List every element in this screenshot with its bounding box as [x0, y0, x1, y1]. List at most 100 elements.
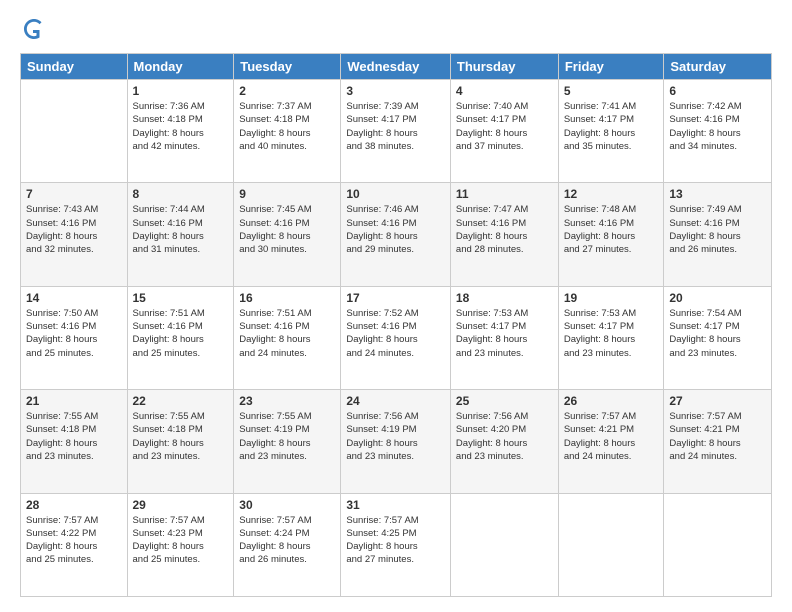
calendar-cell: 26 Sunrise: 7:57 AMSunset: 4:21 PMDayligh… [558, 390, 664, 493]
calendar-cell [450, 493, 558, 596]
weekday-header-thursday: Thursday [450, 54, 558, 80]
cell-content: Sunrise: 7:57 AMSunset: 4:22 PMDaylight:… [26, 514, 122, 567]
day-number: 23 [239, 394, 335, 408]
day-number: 20 [669, 291, 766, 305]
calendar-cell: 20Sunrise: 7:54 AMSunset: 4:17 PMDayligh… [664, 286, 772, 389]
calendar-cell: 8 Sunrise: 7:44 AMSunset: 4:16 PMDaylight… [127, 183, 234, 286]
calendar-cell: 9Sunrise: 7:45 AMSunset: 4:16 PMDaylight… [234, 183, 341, 286]
cell-content: Sunrise: 7:57 AMSunset: 4:24 PMDaylight:… [239, 514, 335, 567]
cell-content: Sunrise: 7:50 AMSunset: 4:16 PMDaylight:… [26, 307, 122, 360]
cell-content: Sunrise: 7:44 AMSunset: 4:16 PMDaylight:… [133, 203, 229, 256]
day-number: 14 [26, 291, 122, 305]
cell-content: Sunrise: 7:51 AMSunset: 4:16 PMDaylight:… [133, 307, 229, 360]
day-number: 4 [456, 84, 553, 98]
calendar-cell: 11 Sunrise: 7:47 AMSunset: 4:16 PMDayligh… [450, 183, 558, 286]
header [20, 15, 772, 43]
day-number: 30 [239, 498, 335, 512]
calendar-cell: 30 Sunrise: 7:57 AMSunset: 4:24 PMDayligh… [234, 493, 341, 596]
calendar-week-row: 1Sunrise: 7:36 AMSunset: 4:18 PMDaylight… [21, 80, 772, 183]
calendar-cell [21, 80, 128, 183]
day-number: 2 [239, 84, 335, 98]
calendar-week-row: 21 Sunrise: 7:55 AMSunset: 4:18 PMDayligh… [21, 390, 772, 493]
calendar-cell [664, 493, 772, 596]
cell-content: Sunrise: 7:42 AMSunset: 4:16 PMDaylight:… [669, 100, 766, 153]
day-number: 11 [456, 187, 553, 201]
day-number: 24 [346, 394, 445, 408]
cell-content: Sunrise: 7:47 AMSunset: 4:16 PMDaylight:… [456, 203, 553, 256]
day-number: 7 [26, 187, 122, 201]
day-number: 25 [456, 394, 553, 408]
day-number: 8 [133, 187, 229, 201]
day-number: 27 [669, 394, 766, 408]
day-number: 16 [239, 291, 335, 305]
calendar-cell: 7Sunrise: 7:43 AMSunset: 4:16 PMDaylight… [21, 183, 128, 286]
calendar-cell: 1Sunrise: 7:36 AMSunset: 4:18 PMDaylight… [127, 80, 234, 183]
calendar-cell: 15 Sunrise: 7:51 AMSunset: 4:16 PMDayligh… [127, 286, 234, 389]
day-number: 19 [564, 291, 659, 305]
weekday-header-friday: Friday [558, 54, 664, 80]
day-number: 18 [456, 291, 553, 305]
calendar-cell: 27Sunrise: 7:57 AMSunset: 4:21 PMDayligh… [664, 390, 772, 493]
calendar-cell: 22 Sunrise: 7:55 AMSunset: 4:18 PMDayligh… [127, 390, 234, 493]
cell-content: Sunrise: 7:41 AMSunset: 4:17 PMDaylight:… [564, 100, 659, 153]
day-number: 26 [564, 394, 659, 408]
weekday-header-row: SundayMondayTuesdayWednesdayThursdayFrid… [21, 54, 772, 80]
cell-content: Sunrise: 7:37 AMSunset: 4:18 PMDaylight:… [239, 100, 335, 153]
calendar-cell: 31 Sunrise: 7:57 AMSunset: 4:25 PMDayligh… [341, 493, 451, 596]
cell-content: Sunrise: 7:57 AMSunset: 4:25 PMDaylight:… [346, 514, 445, 567]
calendar-cell: 17Sunrise: 7:52 AMSunset: 4:16 PMDayligh… [341, 286, 451, 389]
calendar-cell: 12 Sunrise: 7:48 AMSunset: 4:16 PMDayligh… [558, 183, 664, 286]
day-number: 6 [669, 84, 766, 98]
day-number: 29 [133, 498, 229, 512]
calendar-cell: 29 Sunrise: 7:57 AMSunset: 4:23 PMDayligh… [127, 493, 234, 596]
day-number: 22 [133, 394, 229, 408]
cell-content: Sunrise: 7:56 AMSunset: 4:20 PMDaylight:… [456, 410, 553, 463]
cell-content: Sunrise: 7:40 AMSunset: 4:17 PMDaylight:… [456, 100, 553, 153]
calendar-cell: 19 Sunrise: 7:53 AMSunset: 4:17 PMDayligh… [558, 286, 664, 389]
cell-content: Sunrise: 7:39 AMSunset: 4:17 PMDaylight:… [346, 100, 445, 153]
calendar-cell: 16Sunrise: 7:51 AMSunset: 4:16 PMDayligh… [234, 286, 341, 389]
cell-content: Sunrise: 7:55 AMSunset: 4:18 PMDaylight:… [133, 410, 229, 463]
cell-content: Sunrise: 7:57 AMSunset: 4:21 PMDaylight:… [564, 410, 659, 463]
logo-icon [20, 15, 48, 43]
logo [20, 15, 53, 43]
day-number: 31 [346, 498, 445, 512]
day-number: 10 [346, 187, 445, 201]
calendar-cell: 3 Sunrise: 7:39 AMSunset: 4:17 PMDaylight… [341, 80, 451, 183]
calendar-week-row: 28Sunrise: 7:57 AMSunset: 4:22 PMDayligh… [21, 493, 772, 596]
calendar-week-row: 7Sunrise: 7:43 AMSunset: 4:16 PMDaylight… [21, 183, 772, 286]
cell-content: Sunrise: 7:52 AMSunset: 4:16 PMDaylight:… [346, 307, 445, 360]
cell-content: Sunrise: 7:49 AMSunset: 4:16 PMDaylight:… [669, 203, 766, 256]
calendar-cell: 10 Sunrise: 7:46 AMSunset: 4:16 PMDayligh… [341, 183, 451, 286]
cell-content: Sunrise: 7:55 AMSunset: 4:19 PMDaylight:… [239, 410, 335, 463]
cell-content: Sunrise: 7:57 AMSunset: 4:23 PMDaylight:… [133, 514, 229, 567]
weekday-header-saturday: Saturday [664, 54, 772, 80]
day-number: 3 [346, 84, 445, 98]
cell-content: Sunrise: 7:53 AMSunset: 4:17 PMDaylight:… [564, 307, 659, 360]
day-number: 15 [133, 291, 229, 305]
calendar-cell: 5 Sunrise: 7:41 AMSunset: 4:17 PMDaylight… [558, 80, 664, 183]
day-number: 21 [26, 394, 122, 408]
calendar-cell: 4 Sunrise: 7:40 AMSunset: 4:17 PMDaylight… [450, 80, 558, 183]
calendar-cell: 13 Sunrise: 7:49 AMSunset: 4:16 PMDayligh… [664, 183, 772, 286]
calendar-cell: 6 Sunrise: 7:42 AMSunset: 4:16 PMDaylight… [664, 80, 772, 183]
calendar-cell: 28Sunrise: 7:57 AMSunset: 4:22 PMDayligh… [21, 493, 128, 596]
weekday-header-wednesday: Wednesday [341, 54, 451, 80]
day-number: 13 [669, 187, 766, 201]
weekday-header-monday: Monday [127, 54, 234, 80]
cell-content: Sunrise: 7:56 AMSunset: 4:19 PMDaylight:… [346, 410, 445, 463]
day-number: 5 [564, 84, 659, 98]
day-number: 12 [564, 187, 659, 201]
calendar-table: SundayMondayTuesdayWednesdayThursdayFrid… [20, 53, 772, 597]
cell-content: Sunrise: 7:46 AMSunset: 4:16 PMDaylight:… [346, 203, 445, 256]
weekday-header-sunday: Sunday [21, 54, 128, 80]
cell-content: Sunrise: 7:48 AMSunset: 4:16 PMDaylight:… [564, 203, 659, 256]
calendar-cell: 2 Sunrise: 7:37 AMSunset: 4:18 PMDaylight… [234, 80, 341, 183]
page: SundayMondayTuesdayWednesdayThursdayFrid… [0, 0, 792, 612]
weekday-header-tuesday: Tuesday [234, 54, 341, 80]
calendar-cell [558, 493, 664, 596]
cell-content: Sunrise: 7:36 AMSunset: 4:18 PMDaylight:… [133, 100, 229, 153]
day-number: 9 [239, 187, 335, 201]
calendar-cell: 21Sunrise: 7:55 AMSunset: 4:18 PMDayligh… [21, 390, 128, 493]
calendar-cell: 25 Sunrise: 7:56 AMSunset: 4:20 PMDayligh… [450, 390, 558, 493]
